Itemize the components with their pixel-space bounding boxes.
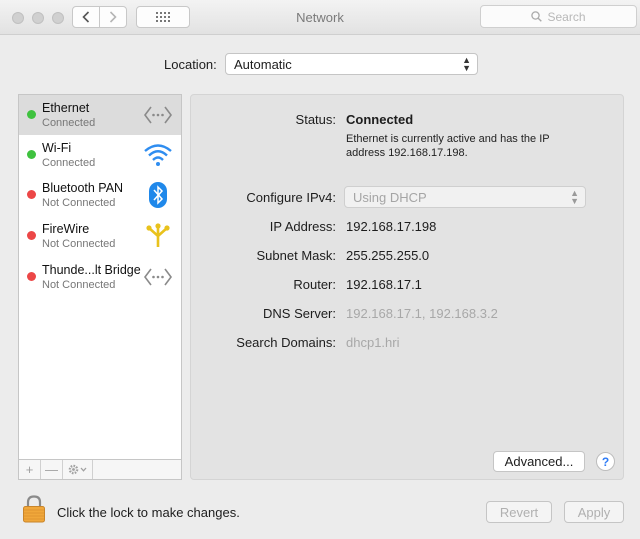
- status-dot: [27, 231, 36, 240]
- firewire-icon: [146, 223, 170, 247]
- search-placeholder: Search: [547, 9, 586, 24]
- router-label: Router:: [293, 277, 336, 292]
- wifi-icon: [144, 144, 172, 166]
- location-label: Location:: [164, 57, 217, 72]
- configure-ipv4-label: Configure IPv4:: [246, 190, 336, 205]
- service-item-bluetooth-pan[interactable]: Bluetooth PAN Not Connected: [19, 175, 181, 215]
- service-list-toolbar: + —: [19, 459, 181, 479]
- service-name: Bluetooth PAN: [42, 181, 124, 195]
- detail-panel: Status: Connected Ethernet is currently …: [190, 94, 624, 480]
- service-status: Connected: [42, 117, 96, 129]
- subnet-mask-value: 255.255.255.0: [346, 248, 430, 263]
- service-status: Not Connected: [42, 279, 116, 291]
- popup-arrows-icon: ▲ ▼: [570, 188, 579, 206]
- add-service-button[interactable]: +: [19, 460, 41, 479]
- search-domains-value: dhcp1.hri: [346, 335, 400, 350]
- subnet-mask-label: Subnet Mask:: [256, 248, 337, 263]
- apply-button[interactable]: Apply: [564, 501, 624, 523]
- service-item-firewire[interactable]: FireWire Not Connected: [19, 216, 181, 256]
- search-icon: [531, 11, 543, 22]
- gear-icon: [68, 464, 86, 475]
- search-domains-label: Search Domains:: [236, 335, 336, 350]
- configure-ipv4-popup[interactable]: Using DHCP ▲ ▼: [344, 186, 586, 208]
- status-value: Connected: [346, 112, 414, 127]
- lock-message: Click the lock to make changes.: [57, 505, 240, 520]
- help-button[interactable]: ?: [596, 452, 615, 471]
- remove-service-button[interactable]: —: [41, 460, 63, 479]
- status-dot: [27, 190, 36, 199]
- title-bar: Network Search: [0, 0, 640, 35]
- advanced-button[interactable]: Advanced...: [493, 451, 585, 472]
- service-name: FireWire: [42, 222, 90, 236]
- status-dot: [27, 110, 36, 119]
- ip-address-label: IP Address:: [269, 219, 336, 234]
- thunderbolt-bridge-icon: [144, 268, 172, 286]
- service-item-wifi[interactable]: Wi-Fi Connected: [19, 135, 181, 175]
- service-name: Thunde...lt Bridge: [42, 263, 141, 277]
- status-label: Status:: [295, 112, 336, 127]
- service-name: Wi-Fi: [42, 141, 72, 155]
- service-status: Connected: [42, 157, 96, 169]
- service-item-ethernet[interactable]: Ethernet Connected: [19, 95, 181, 135]
- dns-server-label: DNS Server:: [263, 306, 336, 321]
- popup-arrows-icon: ▲ ▼: [462, 55, 471, 73]
- search-field[interactable]: Search: [480, 5, 637, 28]
- dns-server-value: 192.168.17.1, 192.168.3.2: [346, 306, 498, 321]
- revert-button[interactable]: Revert: [486, 501, 552, 523]
- status-dot: [27, 272, 36, 281]
- location-popup[interactable]: Automatic ▲ ▼: [225, 53, 478, 75]
- location-value: Automatic: [234, 56, 292, 72]
- lock-icon[interactable]: [22, 495, 46, 523]
- status-description: Ethernet is currently active and has the…: [346, 133, 550, 159]
- bluetooth-icon: [149, 182, 167, 208]
- configure-ipv4-value: Using DHCP: [353, 189, 427, 205]
- status-dot: [27, 150, 36, 159]
- ethernet-icon: [144, 106, 172, 124]
- ip-address-value: 192.168.17.198: [346, 219, 437, 234]
- service-status: Not Connected: [42, 197, 116, 209]
- service-item-thunderbolt-bridge[interactable]: Thunde...lt Bridge Not Connected: [19, 257, 181, 297]
- service-status: Not Connected: [42, 238, 116, 250]
- router-value: 192.168.17.1: [346, 277, 422, 292]
- service-list: Ethernet Connected Wi-Fi Connected Bluet…: [18, 94, 182, 480]
- action-menu-button[interactable]: [63, 460, 93, 479]
- service-name: Ethernet: [42, 101, 90, 115]
